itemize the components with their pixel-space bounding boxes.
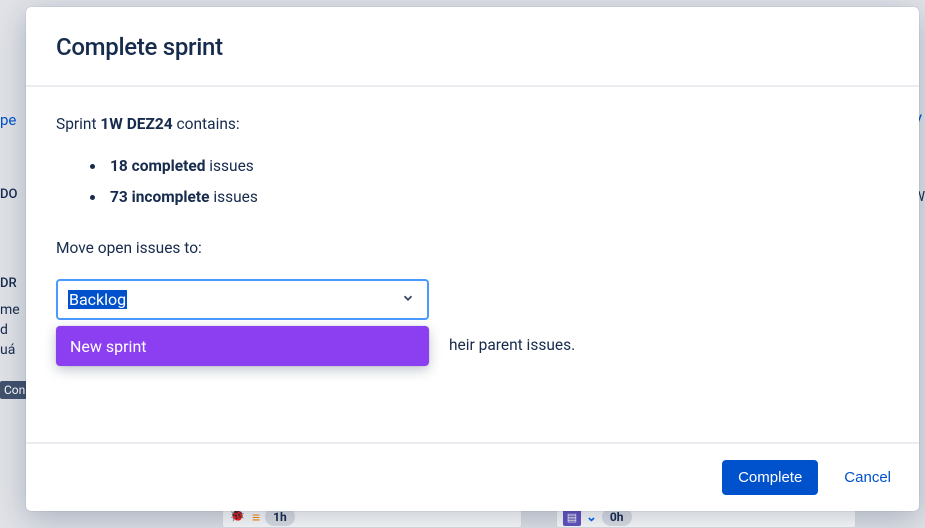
destination-dropdown: New sprint <box>56 326 429 366</box>
bg-text: uá <box>0 342 15 358</box>
label-text: issues <box>205 157 253 175</box>
incomplete-count-item: 73 incomplete issues <box>106 182 889 213</box>
label-text: contains: <box>173 115 240 133</box>
complete-sprint-dialog: Complete sprint Sprint 1W DEZ24 contains… <box>26 7 919 511</box>
priority-down-icon: ⌄ <box>586 510 597 525</box>
hint-text-fragment: heir parent issues. <box>449 336 575 354</box>
issue-counts-list: 18 completed issues 73 incomplete issues <box>106 151 889 213</box>
destination-select-wrap: Backlog New sprint <box>56 279 429 320</box>
label-text: Sprint <box>56 115 100 133</box>
dialog-body: Sprint 1W DEZ24 contains: 18 completed i… <box>26 87 919 442</box>
chevron-down-icon <box>401 291 415 309</box>
select-value: Backlog <box>68 290 127 309</box>
dialog-header: Complete sprint <box>26 7 919 87</box>
label-text: issues <box>210 188 258 206</box>
completed-count-item: 18 completed issues <box>106 151 889 182</box>
bg-text: DO <box>0 187 17 202</box>
dropdown-option-new-sprint[interactable]: New sprint <box>56 326 429 366</box>
bg-text: d <box>0 322 8 338</box>
sprint-name: 1W DEZ24 <box>100 115 172 133</box>
cancel-button[interactable]: Cancel <box>840 460 895 495</box>
bg-badge: Con <box>0 381 29 399</box>
dialog-footer: Complete Cancel <box>26 442 919 511</box>
sprint-summary-line: Sprint 1W DEZ24 contains: <box>56 115 889 133</box>
bg-text: DR <box>0 276 17 291</box>
bg-text: me <box>0 302 20 318</box>
priority-icon: ≡ <box>252 509 260 526</box>
move-open-issues-label: Move open issues to: <box>56 239 889 257</box>
complete-button[interactable]: Complete <box>722 460 818 495</box>
completed-count: 18 completed <box>110 157 205 175</box>
bg-text: pe <box>0 111 16 129</box>
destination-select[interactable]: Backlog <box>56 279 429 320</box>
incomplete-count: 73 incomplete <box>110 188 210 206</box>
dialog-title: Complete sprint <box>56 33 889 61</box>
